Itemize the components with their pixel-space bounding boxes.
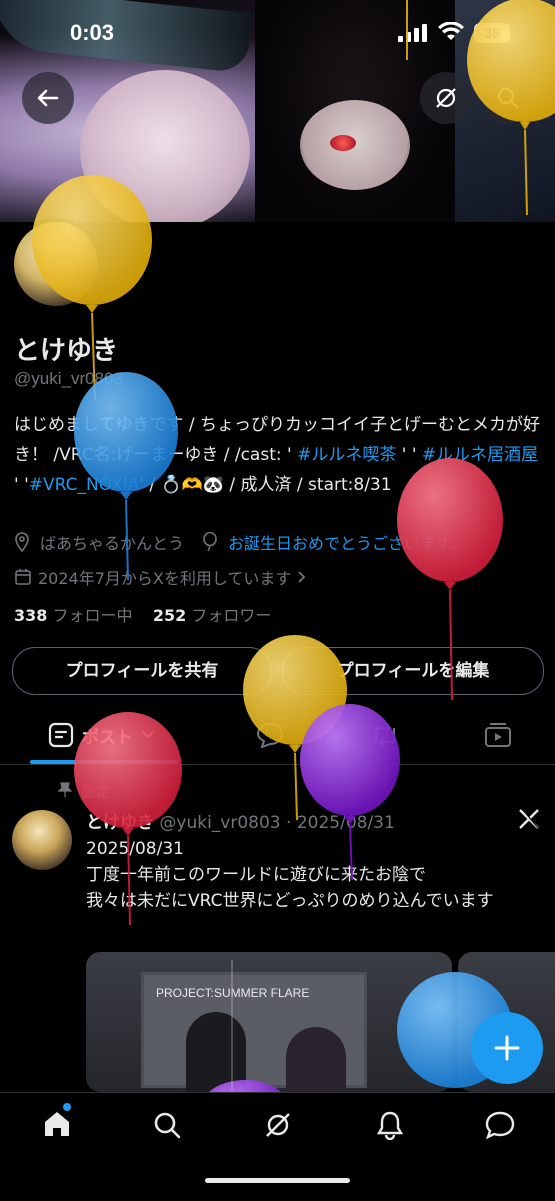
signal-icon xyxy=(398,24,427,42)
media-figure-2 xyxy=(286,1027,346,1092)
banner-character-left xyxy=(80,70,250,222)
wifi-icon xyxy=(438,22,464,40)
chevron-down-icon xyxy=(142,731,154,739)
nav-home-icon[interactable] xyxy=(42,1110,72,1138)
profile-name: とけゆき xyxy=(14,336,119,366)
chevron-right-icon xyxy=(298,571,306,583)
tab-media-icon[interactable] xyxy=(484,722,512,748)
edit-profile-button[interactable]: プロフィールを編集 xyxy=(282,647,544,695)
follow-stats: 338 フォロー中 252 フォロワー xyxy=(14,602,271,626)
back-button[interactable] xyxy=(22,72,74,124)
media-figure-1 xyxy=(186,1012,246,1092)
post-line-2: 丁度一年前このワールドに遊びに来たお陰で xyxy=(86,865,426,885)
post-avatar[interactable] xyxy=(12,810,72,870)
post-text: 2025/08/31 丁度一年前このワールドに遊びに来たお陰で 我々は未だにVR… xyxy=(86,836,546,914)
tab-posts[interactable]: ポスト xyxy=(48,722,155,748)
bottom-navigation xyxy=(0,1092,555,1201)
share-profile-button[interactable]: プロフィールを共有 xyxy=(12,647,272,695)
nav-messages-icon[interactable] xyxy=(484,1110,516,1140)
status-time: 0:03 xyxy=(70,20,115,45)
profile-location: ばあちゃるかんとう xyxy=(40,534,185,553)
back-arrow-icon xyxy=(37,89,59,107)
tab-active-indicator xyxy=(30,760,178,764)
hashtag-link-1[interactable]: #ルルネ喫茶 xyxy=(297,445,396,465)
joined-row[interactable]: 2024年7月からXを利用しています xyxy=(14,565,307,589)
post-handle-date: @yuki_vr0803 · 2025/08/31 xyxy=(159,813,395,833)
followers-count: 252 xyxy=(152,606,187,625)
home-indicator xyxy=(205,1178,350,1183)
followers-label: フォロワー xyxy=(191,606,272,625)
birthday-text[interactable]: お誕生日おめでとうございます。 xyxy=(228,530,466,554)
joined-date: 2024年7月からXを利用しています xyxy=(38,569,292,588)
banner-red-eye xyxy=(330,135,356,151)
search-button[interactable] xyxy=(482,72,534,124)
search-icon xyxy=(497,87,519,109)
nav-notifications-icon[interactable] xyxy=(375,1110,405,1140)
bio-text-3: ' ' xyxy=(14,475,29,495)
following-link[interactable]: 338 フォロー中 xyxy=(14,606,133,625)
bio-text-4: ' / 💍🫶🐼 / 成人済 / start:8/31 xyxy=(139,475,392,495)
media-board-label: PROJECT:SUMMER FLARE xyxy=(156,986,310,1000)
bio-text-2: ' ' xyxy=(396,445,422,465)
x-logo-icon xyxy=(519,809,539,829)
hashtag-link-2[interactable]: #ルルネ居酒屋 xyxy=(422,445,538,465)
calendar-icon xyxy=(15,569,31,585)
battery-indicator: 35 xyxy=(474,23,510,43)
followers-link[interactable]: 252 フォロワー xyxy=(153,606,272,625)
plus-icon xyxy=(494,1035,520,1061)
profile-meta-row: ばあちゃるかんとう お誕生日おめでとうございます。 xyxy=(14,530,466,554)
profile-handle: @yuki_vr0803 xyxy=(14,369,123,388)
post-header: とけゆき @yuki_vr0803 · 2025/08/31 xyxy=(86,808,395,833)
post-media-image[interactable]: PROJECT:SUMMER FLARE xyxy=(86,952,452,1092)
hashtag-link-3[interactable]: #VRC_NOXIA xyxy=(29,475,140,495)
pin-icon xyxy=(58,782,72,797)
following-count: 338 xyxy=(14,606,48,625)
location-icon xyxy=(15,532,29,552)
following-label: フォロー中 xyxy=(52,606,133,625)
grok-icon xyxy=(436,88,456,108)
post-line-3: 我々は未だにVRC世界にどっぷりのめり込んでいます xyxy=(86,891,494,911)
tab-posts-label: ポスト xyxy=(82,727,133,748)
profile-avatar[interactable] xyxy=(10,218,102,310)
posts-icon xyxy=(48,722,74,748)
nav-grok-icon[interactable] xyxy=(263,1110,293,1140)
balloon-icon xyxy=(203,532,217,552)
tab-reposts-icon[interactable] xyxy=(370,722,400,748)
compose-post-button[interactable] xyxy=(471,1012,543,1084)
post-author[interactable]: とけゆき xyxy=(86,813,154,833)
profile-bio: はじめましてゆきです / ちょっぴりカッコイイ子とげーむとメカが好き！ /VRC… xyxy=(14,410,544,500)
tab-replies-icon[interactable] xyxy=(256,722,284,748)
nav-search-icon[interactable] xyxy=(152,1110,182,1140)
grok-button[interactable] xyxy=(420,72,472,124)
banner-visor xyxy=(0,0,253,74)
post-line-1: 2025/08/31 xyxy=(86,839,184,859)
pinned-label: 固定 xyxy=(82,785,110,801)
